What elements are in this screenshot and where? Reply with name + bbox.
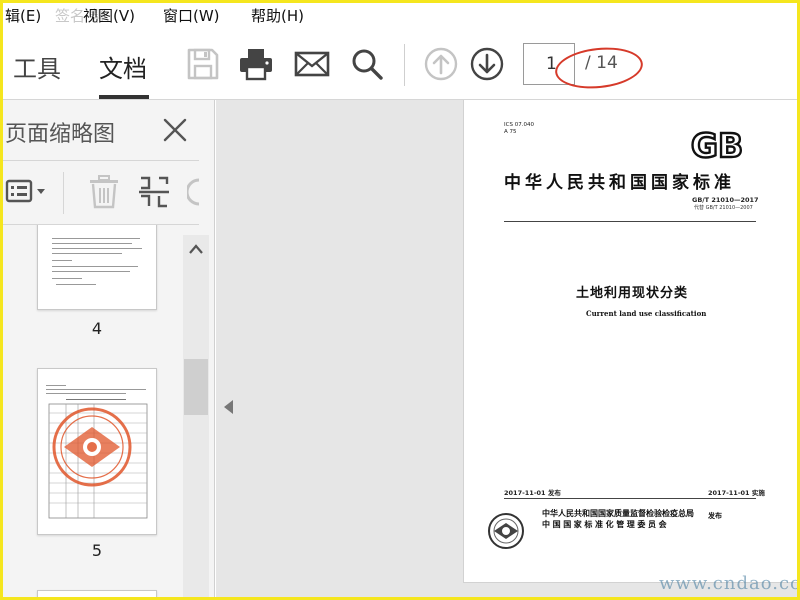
issue-word: 发布	[708, 512, 722, 520]
close-icon[interactable]	[161, 116, 189, 144]
active-tab-indicator	[99, 95, 149, 99]
document-title-cn: 土地利用现状分类	[576, 286, 689, 301]
menu-window[interactable]: 窗口(W)	[163, 5, 220, 26]
tab-tools[interactable]: 工具	[13, 49, 61, 84]
save-icon[interactable]	[185, 46, 221, 82]
ics-code: ICS 07.040	[504, 122, 534, 128]
toolbar-separator	[404, 44, 405, 86]
app-window: 辑(E) 签名 帮 视图(V) 窗口(W) 帮助(H) 工具 文档 1 / 14…	[0, 0, 800, 600]
class-code: A 75	[504, 129, 517, 135]
thumbnail-panel: 页面缩略图 4 5	[3, 100, 215, 597]
thumbnail-page-5[interactable]	[37, 368, 157, 535]
publish-date: 2017-11-01 发布	[504, 489, 561, 497]
scroll-up-icon[interactable]	[188, 243, 204, 255]
thumbnail-page-label-4: 4	[91, 319, 103, 338]
document-rule-top	[504, 221, 756, 222]
thumbnail-page-label-5: 5	[91, 541, 103, 560]
options-menu-icon[interactable]	[5, 174, 49, 208]
gb-logo-text: GB	[691, 126, 743, 164]
panel-title: 页面缩略图	[5, 122, 116, 147]
panel-tool-separator	[63, 172, 64, 214]
delete-icon[interactable]	[87, 174, 121, 210]
search-icon[interactable]	[349, 46, 385, 82]
panel-divider	[3, 160, 199, 161]
implement-date: 2017-11-01 实施	[708, 489, 765, 497]
issuer-1: 中华人民共和国国家质量监督检验检疫总局	[542, 509, 694, 518]
thumbnail-list: 4 5	[3, 225, 181, 597]
menu-edit[interactable]: 辑(E)	[5, 5, 41, 26]
thumbnail-page-6[interactable]	[37, 590, 157, 597]
menu-view[interactable]: 视图(V)	[83, 5, 135, 26]
standard-code: GB/T 21010—2017	[692, 196, 759, 204]
page-down-icon[interactable]	[469, 46, 505, 82]
issuer-2: 中国国家标准化管理委员会	[542, 520, 670, 529]
replaces-code: 代替 GB/T 21010—2007	[694, 205, 753, 211]
extract-page-icon[interactable]	[137, 174, 171, 210]
gb-logo: GB	[690, 125, 745, 164]
menu-bar: 辑(E) 签名 帮 视图(V) 窗口(W) 帮助(H)	[3, 3, 797, 28]
watermark: www.cndao.com	[659, 573, 797, 594]
document-title-en: Current land use classification	[586, 309, 707, 318]
issuer-seal-icon	[488, 513, 524, 549]
thumbnail-table-graphic	[48, 403, 148, 519]
thumbnail-page-4[interactable]	[37, 225, 157, 310]
page-up-icon[interactable]	[423, 46, 459, 82]
collapse-panel-icon[interactable]	[224, 400, 233, 414]
tab-document[interactable]: 文档	[99, 49, 147, 84]
standard-title: 中华人民共和国国家标准	[504, 173, 735, 193]
print-icon[interactable]	[238, 46, 274, 82]
document-rule-bottom	[504, 498, 756, 499]
toolbar: 工具 文档 1 / 14	[3, 28, 797, 100]
menu-help[interactable]: 帮助(H)	[251, 5, 304, 26]
rotate-icon[interactable]	[187, 174, 201, 210]
thumbnail-scrollbar[interactable]	[183, 235, 209, 597]
email-icon[interactable]	[294, 46, 330, 82]
scrollbar-thumb[interactable]	[184, 359, 208, 415]
document-page: ICS 07.040 A 75 GB 中华人民共和国国家标准 GB/T 2101…	[463, 100, 797, 583]
